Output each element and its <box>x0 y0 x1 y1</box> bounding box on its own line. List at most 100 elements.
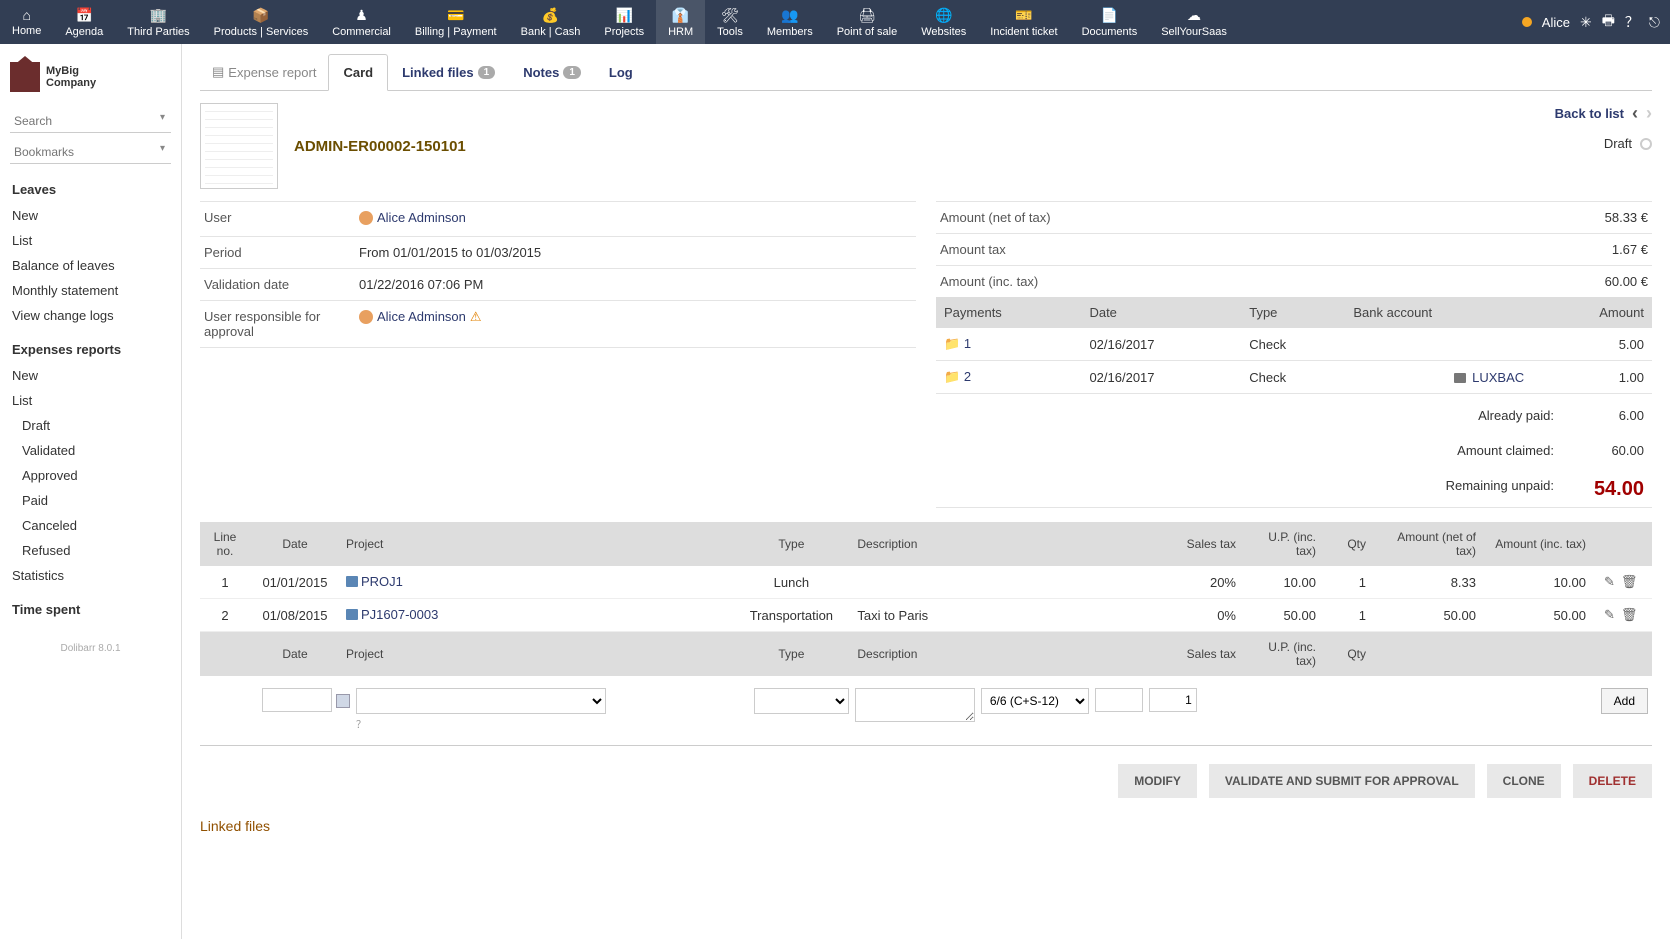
prev-icon[interactable]: ‹ <box>1632 103 1638 124</box>
add-type-select[interactable] <box>754 688 849 714</box>
top-nav: ⌂Home📅Agenda🏢Third Parties📦Products | Se… <box>0 0 1670 44</box>
sidebar-balance-of-leaves[interactable]: Balance of leaves <box>0 253 181 278</box>
nav-home[interactable]: ⌂Home <box>0 0 53 44</box>
bug-icon[interactable]: ✳ <box>1580 14 1592 31</box>
modify-button[interactable]: Modify <box>1118 764 1197 798</box>
th-ltype: Type <box>731 522 851 566</box>
doc-thumbnail[interactable] <box>200 103 278 189</box>
delete-icon[interactable]: 🗑 <box>1621 574 1638 589</box>
tab-notes[interactable]: Notes 1 <box>509 55 595 90</box>
reference: ADMIN-ER00002-150101 <box>294 138 466 155</box>
add-qty-input[interactable] <box>1149 688 1197 712</box>
nav-bank-cash[interactable]: 💰Bank | Cash <box>509 0 593 44</box>
nav-icon: 💳 <box>447 7 464 24</box>
nav-hrm[interactable]: 👔HRM <box>656 0 705 44</box>
bank-link[interactable]: LUXBAC <box>1472 370 1524 385</box>
nav-documents[interactable]: 📄Documents <box>1070 0 1150 44</box>
sidebar-canceled[interactable]: Canceled <box>0 513 181 538</box>
sidebar-view-change-logs[interactable]: View change logs <box>0 303 181 328</box>
tab-linked-files[interactable]: Linked files 1 <box>388 55 509 90</box>
approver-label: User responsible for approval <box>204 309 359 339</box>
sidebar-stats[interactable]: Statistics <box>0 563 181 588</box>
user-link[interactable]: Alice Adminson <box>359 210 466 225</box>
th-net: Amount (net of tax) <box>1372 522 1482 566</box>
sidebar-approved[interactable]: Approved <box>0 463 181 488</box>
tax-value: 1.67 € <box>1095 242 1648 257</box>
calendar-icon[interactable] <box>336 694 350 708</box>
project-link[interactable]: PROJ1 <box>346 574 403 589</box>
sidebar-new[interactable]: New <box>0 363 181 388</box>
unpaid-value: 54.00 <box>1574 478 1644 501</box>
payment-link[interactable]: 1 <box>964 336 971 351</box>
nav-icon: 📄 <box>1101 7 1118 24</box>
project-link[interactable]: PJ1607-0003 <box>346 607 438 622</box>
payments-table: Payments Date Type Bank account Amount 📁… <box>936 297 1652 394</box>
add-date-input[interactable] <box>262 688 332 712</box>
th-ldate: Date <box>250 522 340 566</box>
validate-button[interactable]: Validate and submit for approval <box>1209 764 1475 798</box>
notes-badge: 1 <box>563 66 581 79</box>
sidebar-monthly-statement[interactable]: Monthly statement <box>0 278 181 303</box>
approver-link[interactable]: Alice Adminson ⚠ <box>359 309 482 325</box>
tab-log[interactable]: Log <box>595 55 647 90</box>
logo-icon <box>10 62 40 92</box>
sidebar-draft[interactable]: Draft <box>0 413 181 438</box>
sidebar-new[interactable]: New <box>0 203 181 228</box>
sidebar-refused[interactable]: Refused <box>0 538 181 563</box>
sidebar-list[interactable]: List <box>0 228 181 253</box>
nav-products-services[interactable]: 📦Products | Services <box>202 0 321 44</box>
add-button[interactable]: Add <box>1601 688 1648 714</box>
paid-value: 6.00 <box>1574 408 1644 423</box>
sidebar-paid[interactable]: Paid <box>0 488 181 513</box>
bookmarks-select[interactable] <box>10 141 171 164</box>
nav-icon: 💰 <box>542 7 559 24</box>
nav-projects[interactable]: 📊Projects <box>592 0 656 44</box>
payment-row: 📁 1 02/16/2017Check 5.00 <box>936 328 1652 361</box>
search-input[interactable] <box>10 110 171 133</box>
nav-websites[interactable]: 🌐Websites <box>909 0 978 44</box>
add-desc-input[interactable] <box>855 688 975 722</box>
add-tax-select[interactable]: 6/6 (C+S-12) <box>981 688 1089 714</box>
nav-agenda[interactable]: 📅Agenda <box>53 0 115 44</box>
net-label: Amount (net of tax) <box>940 210 1095 225</box>
print-icon[interactable]: 🖶 <box>1602 10 1615 34</box>
nav-point-of-sale[interactable]: 🖨Point of sale <box>825 0 910 44</box>
nav-tools[interactable]: 🛠Tools <box>705 0 755 44</box>
logout-icon[interactable]: ⎋ <box>1649 14 1660 31</box>
nav-third-parties[interactable]: 🏢Third Parties <box>115 0 201 44</box>
folder-icon: 📁 <box>944 369 960 384</box>
clone-button[interactable]: Clone <box>1487 764 1561 798</box>
main-content: ▤ Expense report Card Linked files 1 Not… <box>182 44 1670 939</box>
add-project-select[interactable] <box>356 688 606 714</box>
add-up-input[interactable] <box>1095 688 1143 712</box>
logo[interactable]: MyBigCompany <box>0 54 181 106</box>
validation-label: Validation date <box>204 277 359 292</box>
tabs: ▤ Expense report Card Linked files 1 Not… <box>200 54 1652 91</box>
net-value: 58.33 € <box>1095 210 1648 225</box>
nav-commercial[interactable]: ♟Commercial <box>320 0 403 44</box>
user-name[interactable]: Alice <box>1542 15 1570 30</box>
th-up: U.P. (inc. tax) <box>1242 522 1322 566</box>
sidebar-validated[interactable]: Validated <box>0 438 181 463</box>
tax-label: Amount tax <box>940 242 1095 257</box>
tab-card[interactable]: Card <box>328 54 388 91</box>
project-info-icon[interactable]: ？ <box>356 716 748 731</box>
help-icon[interactable]: ？ <box>1625 12 1639 32</box>
back-to-list-link[interactable]: Back to list <box>1555 106 1624 121</box>
bank-icon <box>1454 373 1466 383</box>
nav-icon: 🎫 <box>1015 7 1032 24</box>
nav-icon: 👔 <box>672 7 689 24</box>
sidebar-list[interactable]: List <box>0 388 181 413</box>
nav-sellyoursaas[interactable]: ☁SellYourSaas <box>1149 0 1239 44</box>
nav-incident-ticket[interactable]: 🎫Incident ticket <box>978 0 1069 44</box>
edit-icon[interactable]: ✎ <box>1604 574 1615 589</box>
nav-billing-payment[interactable]: 💳Billing | Payment <box>403 0 509 44</box>
edit-icon[interactable]: ✎ <box>1604 607 1615 622</box>
payment-link[interactable]: 2 <box>964 369 971 384</box>
nav-icon: ♟ <box>355 7 368 24</box>
expenses-heading: Expenses reports <box>0 328 181 363</box>
delete-button[interactable]: Delete <box>1573 764 1652 798</box>
nav-members[interactable]: 👥Members <box>755 0 825 44</box>
delete-icon[interactable]: 🗑 <box>1621 607 1638 622</box>
validation-value: 01/22/2016 07:06 PM <box>359 277 912 292</box>
